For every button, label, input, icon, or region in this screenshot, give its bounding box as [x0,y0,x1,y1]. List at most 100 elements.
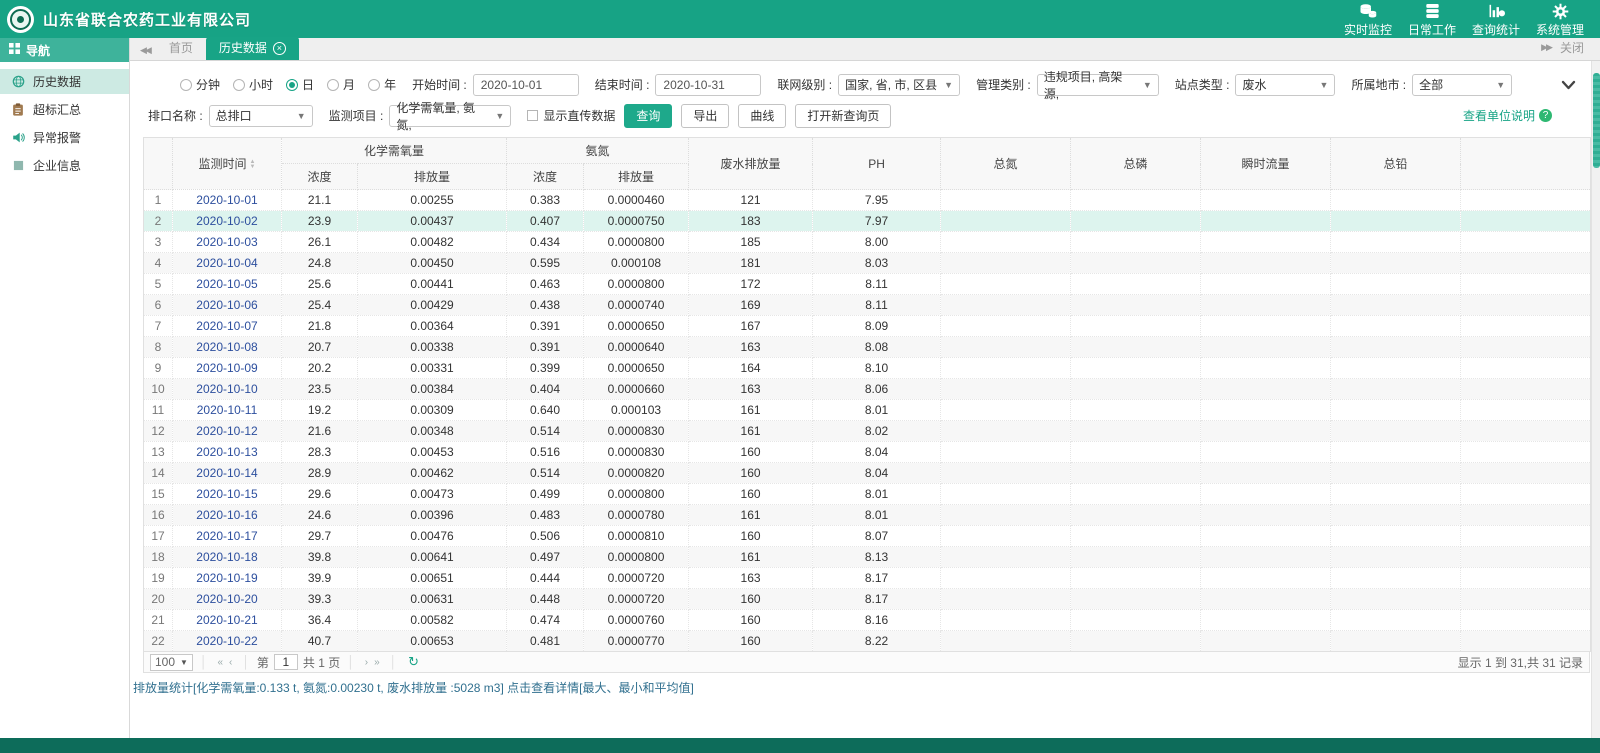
cell-date[interactable]: 2020-10-01 [173,190,282,211]
collapse-filters-chevron-icon[interactable] [1561,80,1576,90]
table-row[interactable]: 92020-10-0920.20.003310.3990.00006501648… [144,358,1591,379]
table-row[interactable]: 82020-10-0820.70.003380.3910.00006401638… [144,337,1591,358]
topnav-daily-work[interactable]: 日常工作 [1400,1,1464,38]
table-row[interactable]: 162020-10-1624.60.003960.4830.0000780161… [144,505,1591,526]
refresh-icon[interactable]: ↻ [408,654,419,670]
cell-date[interactable]: 2020-10-11 [173,400,282,421]
table-row[interactable]: 62020-10-0625.40.004290.4380.00007401698… [144,295,1591,316]
period-radio-月[interactable]: 月 [327,76,355,93]
direct-data-checkbox-wrap[interactable]: 显示直传数据 [527,107,615,124]
sidebar-item-company-info[interactable]: 企业信息 [0,153,129,178]
radio-icon[interactable] [327,79,339,91]
table-row[interactable]: 12020-10-0121.10.002550.3830.00004601217… [144,190,1591,211]
view-detail-link[interactable]: 点击查看详情[最大、最小和平均值] [507,681,694,695]
table-row[interactable]: 152020-10-1529.60.004730.4990.0000800160… [144,484,1591,505]
table-row[interactable]: 142020-10-1428.90.004620.5140.0000820160… [144,463,1591,484]
table-row[interactable]: 52020-10-0525.60.004410.4630.00008001728… [144,274,1591,295]
cell-date[interactable]: 2020-10-19 [173,568,282,589]
radio-icon[interactable] [368,79,380,91]
period-radio-分钟[interactable]: 分钟 [180,76,220,93]
table-row[interactable]: 32020-10-0326.10.004820.4340.00008001858… [144,232,1591,253]
curve-button[interactable]: 曲线 [738,104,786,128]
cell-date[interactable]: 2020-10-17 [173,526,282,547]
topnav-query-stats[interactable]: 查询统计 [1464,1,1528,38]
scrollbar-thumb[interactable] [1593,73,1600,168]
cell-date[interactable]: 2020-10-02 [173,211,282,232]
first-page-icon[interactable]: « [217,657,223,668]
cell-date[interactable]: 2020-10-22 [173,631,282,652]
last-page-icon[interactable]: » [374,657,380,668]
export-button[interactable]: 导出 [681,104,729,128]
tabs-scroll-right-icon[interactable]: ▶▶ [1541,42,1551,53]
cell [1331,274,1461,295]
topnav-system-manage[interactable]: 系统管理 [1528,1,1592,38]
outlet-select[interactable]: 总排口▼ [209,105,313,127]
table-row[interactable]: 212020-10-2136.40.005820.4740.0000760160… [144,610,1591,631]
tab-close-icon[interactable]: × [273,42,286,55]
radio-icon[interactable] [233,79,245,91]
cell: 8.01 [813,400,941,421]
sidebar-item-exceed-summary[interactable]: 超标汇总 [0,97,129,122]
table-row[interactable]: 202020-10-2039.30.006310.4480.0000720160… [144,589,1591,610]
sidebar-item-abnormal-alarm[interactable]: 异常报警 [0,125,129,150]
manage-type-select[interactable]: 违规项目, 高架源,▼ [1037,74,1159,96]
site-type-select[interactable]: 废水▼ [1235,74,1335,96]
page-number-input[interactable] [274,654,298,670]
table-row[interactable]: 192020-10-1939.90.006510.4440.0000720163… [144,568,1591,589]
table-row[interactable]: 132020-10-1328.30.004530.5160.0000830160… [144,442,1591,463]
cell-date[interactable]: 2020-10-09 [173,358,282,379]
cell-date[interactable]: 2020-10-15 [173,484,282,505]
period-radio-小时[interactable]: 小时 [233,76,273,93]
cell-date[interactable]: 2020-10-14 [173,463,282,484]
unit-description-link[interactable]: 查看单位说明 ? [1463,107,1552,124]
cell: 21 [144,610,173,631]
end-time-input[interactable] [655,74,761,96]
period-radio-日[interactable]: 日 [286,76,314,93]
city-select[interactable]: 全部▼ [1412,74,1512,96]
topnav-realtime-monitor[interactable]: 实时监控 [1336,1,1400,38]
table-row[interactable]: 122020-10-1221.60.003480.5140.0000830161… [144,421,1591,442]
radio-icon[interactable] [180,79,192,91]
open-new-query-button[interactable]: 打开新查询页 [795,104,891,128]
table-row[interactable]: 222020-10-2240.70.006530.4810.0000770160… [144,631,1591,652]
tabs-scroll-left-icon[interactable]: ◀◀ [130,45,156,60]
radio-icon[interactable] [286,79,298,91]
table-row[interactable]: 42020-10-0424.80.004500.5950.0001081818.… [144,253,1591,274]
cell-date[interactable]: 2020-10-20 [173,589,282,610]
cell-date[interactable]: 2020-10-13 [173,442,282,463]
close-all-tabs-button[interactable]: 关闭 [1560,39,1584,56]
start-time-input[interactable] [473,74,579,96]
vertical-scrollbar[interactable] [1591,61,1600,738]
monitor-item-select[interactable]: 化学需氧量, 氨氮,▼ [389,105,511,127]
cell-date[interactable]: 2020-10-12 [173,421,282,442]
table-row[interactable]: 72020-10-0721.80.003640.3910.00006501678… [144,316,1591,337]
sort-icon[interactable]: ▲▼ [250,160,256,170]
direct-data-checkbox[interactable] [527,110,538,121]
header-time[interactable]: 监测时间▲▼ [173,138,282,190]
cell-date[interactable]: 2020-10-05 [173,274,282,295]
table-row[interactable]: 172020-10-1729.70.004760.5060.0000810160… [144,526,1591,547]
page-size-select[interactable]: 100 ▼ [150,654,193,671]
cell: 23.9 [282,211,358,232]
cell-date[interactable]: 2020-10-10 [173,379,282,400]
cell-date[interactable]: 2020-10-08 [173,337,282,358]
cell-date[interactable]: 2020-10-04 [173,253,282,274]
cell-date[interactable]: 2020-10-16 [173,505,282,526]
cell-date[interactable]: 2020-10-06 [173,295,282,316]
table-row[interactable]: 112020-10-1119.20.003090.6400.0001031618… [144,400,1591,421]
table-row[interactable]: 102020-10-1023.50.003840.4040.0000660163… [144,379,1591,400]
cell-date[interactable]: 2020-10-18 [173,547,282,568]
cell-date[interactable]: 2020-10-21 [173,610,282,631]
query-button[interactable]: 查询 [624,104,672,128]
network-level-select[interactable]: 国家, 省, 市, 区县▼ [838,74,960,96]
cell-date[interactable]: 2020-10-03 [173,232,282,253]
next-page-icon[interactable]: › [365,657,368,668]
table-row[interactable]: 22020-10-0223.90.004370.4070.00007501837… [144,211,1591,232]
cell-date[interactable]: 2020-10-07 [173,316,282,337]
period-radio-年[interactable]: 年 [368,76,396,93]
sidebar-item-history-data[interactable]: 历史数据 [0,69,129,94]
tab-history-data[interactable]: 历史数据 × [206,37,299,60]
tab-home[interactable]: 首页 [156,37,206,60]
table-row[interactable]: 182020-10-1839.80.006410.4970.0000800161… [144,547,1591,568]
prev-page-icon[interactable]: ‹ [229,657,232,668]
